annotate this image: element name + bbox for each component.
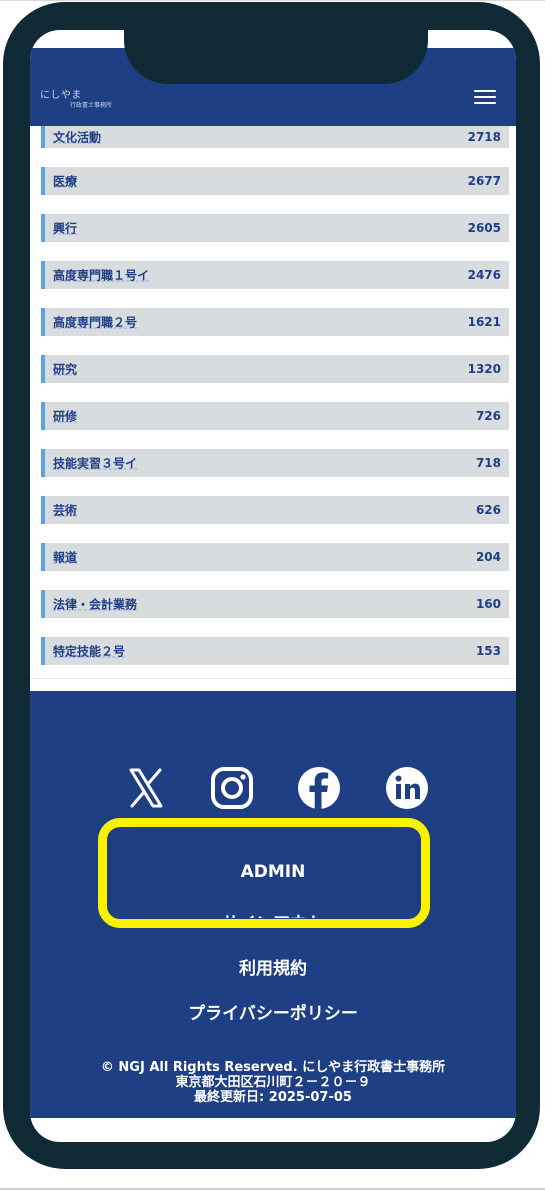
social-links — [30, 765, 516, 811]
list-item-label[interactable]: 芸術 — [53, 502, 77, 519]
list-item-count: 2718 — [467, 130, 501, 144]
signout-link[interactable]: サインアウト — [30, 909, 516, 918]
list-item[interactable]: 法律・会計業務 160 — [41, 590, 509, 618]
phone-notch — [124, 30, 428, 84]
visa-count-list: 文化活動 2718 医療 2677 興行 2605 高度専門職１号イ 2476 高度専門職２号 1… — [41, 126, 509, 684]
list-item-count: 2605 — [467, 221, 501, 235]
office-address: 東京都大田区石川町２－２０－９ — [175, 1075, 371, 1090]
phone-frame: にしやま 行政書士事務所 文化活動 2718 医療 2677 興行 2605 高度専門職１号… — [3, 2, 540, 1169]
list-item-count: 160 — [475, 597, 501, 611]
list-item-count: 626 — [475, 503, 501, 517]
last-updated: 最終更新日: 2025-07-05 — [194, 1090, 352, 1105]
list-item[interactable]: 研修 726 — [41, 402, 509, 430]
list-item-count: 718 — [475, 456, 501, 470]
phone-screen: にしやま 行政書士事務所 文化活動 2718 医療 2677 興行 2605 高度専門職１号… — [30, 30, 516, 1142]
list-item[interactable]: 興行 2605 — [41, 214, 509, 242]
list-item-label[interactable]: 高度専門職２号 — [53, 314, 137, 331]
site-footer: ADMIN サインアウト 利用規約 プライバシーポリシー © NGJ All R… — [30, 691, 516, 1118]
privacy-policy-link[interactable]: プライバシーポリシー — [30, 999, 516, 1024]
facebook-icon[interactable] — [296, 765, 342, 811]
list-item-count: 1320 — [467, 362, 501, 376]
list-item[interactable]: 高度専門職２号 1621 — [41, 308, 509, 336]
list-divider — [30, 678, 516, 679]
linkedin-icon[interactable] — [384, 765, 430, 811]
list-item-label[interactable]: 興行 — [53, 220, 77, 237]
list-item-count: 2476 — [467, 268, 501, 282]
list-item[interactable]: 高度専門職１号イ 2476 — [41, 261, 509, 289]
instagram-icon[interactable] — [209, 765, 255, 811]
list-item[interactable]: 医療 2677 — [41, 167, 509, 195]
top-divider — [0, 0, 545, 1]
list-item-label[interactable]: 報道 — [53, 549, 77, 566]
list-item[interactable]: 特定技能２号 153 — [41, 637, 509, 665]
site-logo[interactable]: にしやま — [40, 86, 82, 101]
list-item-label[interactable]: 技能実習３号イ — [53, 455, 137, 472]
list-item[interactable]: 技能実習３号イ 718 — [41, 449, 509, 477]
list-item-label[interactable]: 高度専門職１号イ — [53, 267, 149, 284]
list-item-label[interactable]: 医療 — [53, 173, 77, 190]
list-item-count: 726 — [475, 409, 501, 423]
list-item-label[interactable]: 文化活動 — [53, 129, 101, 146]
list-item-label[interactable]: 研修 — [53, 408, 77, 425]
list-item-label[interactable]: 法律・会計業務 — [53, 596, 137, 613]
list-item[interactable]: 文化活動 2718 — [41, 126, 509, 148]
list-item-count: 2677 — [467, 174, 501, 188]
list-item[interactable]: 報道 204 — [41, 543, 509, 571]
x-icon[interactable] — [123, 765, 169, 811]
copyright-text: © NGJ All Rights Reserved. にしやま行政書士事務所 — [100, 1060, 446, 1075]
copyright-block: © NGJ All Rights Reserved. にしやま行政書士事務所 東… — [30, 1060, 516, 1105]
list-item-label[interactable]: 研究 — [53, 361, 77, 378]
list-item-count: 1621 — [467, 315, 501, 329]
site-logo-subtitle: 行政書士事務所 — [70, 102, 113, 109]
admin-link[interactable]: ADMIN — [30, 862, 516, 882]
list-item[interactable]: 芸術 626 — [41, 496, 509, 524]
list-item-count: 204 — [475, 550, 501, 564]
terms-link[interactable]: 利用規約 — [30, 954, 516, 979]
list-item-count: 153 — [475, 644, 501, 658]
hamburger-menu-icon[interactable] — [474, 90, 496, 110]
list-item[interactable]: 研究 1320 — [41, 355, 509, 383]
list-item-label[interactable]: 特定技能２号 — [53, 643, 125, 660]
